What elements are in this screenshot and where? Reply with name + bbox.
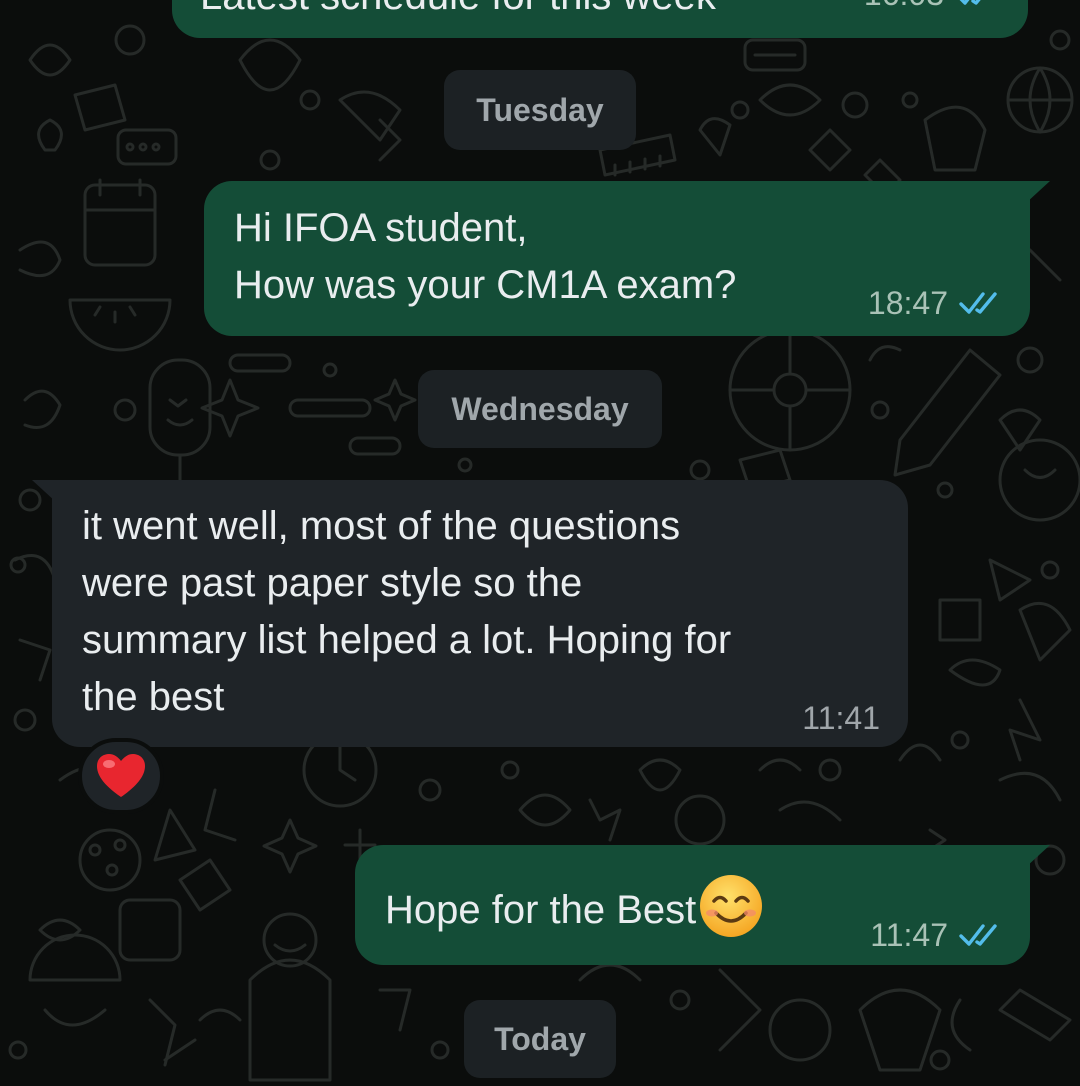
message-time: 18:47 (867, 284, 948, 321)
double-check-read-icon (959, 924, 997, 946)
outgoing-message[interactable]: Hope for the Best 11:47 (355, 845, 1050, 965)
message-time: 11:47 (870, 916, 948, 953)
date-separator-today: Today (464, 1000, 616, 1078)
date-separator-wednesday: Wednesday (418, 370, 662, 448)
message-text: Hi IFOA student, How was your CM1A exam? (234, 206, 737, 307)
message-meta: 11:47 (870, 915, 1002, 955)
outgoing-message[interactable]: Latest schedule for this week 16:03 (172, 0, 1028, 38)
double-check-read-icon (959, 292, 997, 314)
smiling-face-icon (700, 875, 763, 937)
outgoing-message[interactable]: Hi IFOA student, How was your CM1A exam?… (204, 181, 1050, 336)
incoming-message[interactable]: it went well, most of the questions were… (32, 480, 908, 747)
message-text: Latest schedule for this week (200, 0, 716, 25)
bubble-tail (1026, 845, 1050, 867)
date-separator-tuesday: Tuesday (444, 70, 636, 150)
message-text-content: Hope for the Best (385, 888, 697, 932)
message-meta: 16:03 (864, 0, 998, 14)
message-reaction[interactable] (78, 738, 164, 814)
message-text: it went well, most of the questions were… (82, 504, 732, 719)
message-time: 16:03 (864, 0, 944, 13)
bubble-tail (1026, 181, 1050, 203)
message-meta: 11:41 (802, 698, 880, 738)
message-text: Hope for the Best (385, 873, 764, 939)
red-heart-icon (97, 754, 145, 797)
message-time: 11:41 (802, 699, 880, 736)
message-meta: 18:47 (868, 283, 1002, 323)
bubble-tail (32, 480, 56, 502)
double-check-read-icon (959, 0, 981, 5)
